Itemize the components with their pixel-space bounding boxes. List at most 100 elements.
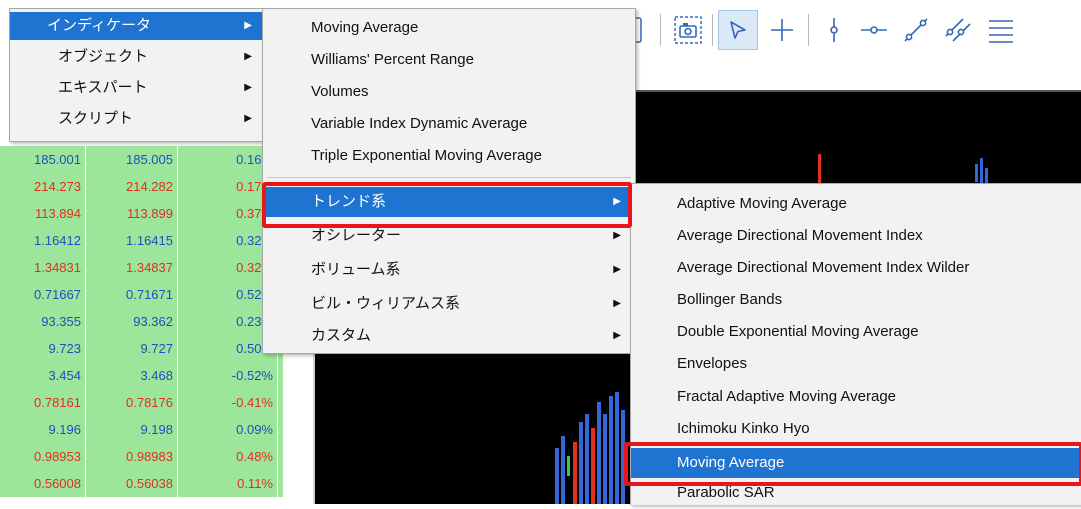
- fibonacci-icon[interactable]: [980, 10, 1020, 50]
- vertical-line-icon[interactable]: [814, 10, 854, 50]
- change-cell: 0.09%: [178, 416, 278, 443]
- channel-icon[interactable]: [938, 10, 978, 50]
- menu-item-trend[interactable]: トレンド系 ▶: [263, 187, 635, 217]
- table-row[interactable]: 0.56008 0.56038 0.11%: [0, 470, 283, 497]
- menu-item-label: Ichimoku Kinko Hyo: [677, 420, 810, 437]
- ask-cell: 185.005: [86, 146, 178, 173]
- table-row[interactable]: 113.894 113.899 0.37%: [0, 200, 283, 227]
- menu-item-label: トレンド系: [311, 193, 387, 210]
- table-row[interactable]: 185.001 185.005 0.16%: [0, 146, 283, 173]
- change-cell: -0.52%: [178, 362, 278, 389]
- menu-item-objects[interactable]: オブジェクト ▶: [10, 43, 264, 71]
- bid-cell: 0.78161: [4, 389, 86, 416]
- candle: [615, 392, 619, 504]
- table-row[interactable]: 1.16412 1.16415 0.32%: [0, 227, 283, 254]
- menu-item-label: Variable Index Dynamic Average: [311, 115, 528, 132]
- menu-item-label: Double Exponential Moving Average: [677, 323, 919, 340]
- indicator-item[interactable]: Fractal Adaptive Moving Average: [631, 381, 1081, 413]
- menu-item-label: Fractal Adaptive Moving Average: [677, 388, 897, 405]
- submenu-arrow-icon: ▶: [244, 20, 252, 31]
- ask-cell: 1.34837: [86, 254, 178, 281]
- menu-item-label: Adaptive Moving Average: [677, 195, 847, 212]
- indicators-submenu: Moving Average Williams' Percent Range V…: [262, 8, 636, 354]
- table-row[interactable]: 9.723 9.727 0.50%: [0, 335, 283, 362]
- menu-item-scripts[interactable]: スクリプト ▶: [10, 105, 264, 133]
- bid-cell: 1.16412: [4, 227, 86, 254]
- indicator-item[interactable]: Double Exponential Moving Average: [631, 316, 1081, 348]
- candle: [609, 396, 613, 504]
- indicator-item[interactable]: Bollinger Bands: [631, 284, 1081, 316]
- menu-item-label: Moving Average: [311, 19, 419, 36]
- menu-item-custom[interactable]: カスタム ▶: [263, 321, 635, 351]
- table-row[interactable]: 0.98953 0.98983 0.48%: [0, 443, 283, 470]
- table-row[interactable]: 0.71667 0.71671 0.52%: [0, 281, 283, 308]
- cursor-icon[interactable]: [718, 10, 758, 50]
- bid-cell: 214.273: [4, 173, 86, 200]
- indicator-item[interactable]: Average Directional Movement Index Wilde…: [631, 252, 1081, 284]
- indicator-item[interactable]: Ichimoku Kinko Hyo: [631, 413, 1081, 445]
- table-row[interactable]: 9.196 9.198 0.09%: [0, 416, 283, 443]
- menu-item-label: ビル・ウィリアムス系: [311, 295, 460, 312]
- bid-cell: 0.56008: [4, 470, 86, 497]
- menu-item-label: カスタム: [311, 327, 372, 344]
- table-row[interactable]: 0.78161 0.78176 -0.41%: [0, 389, 283, 416]
- menu-item-indicators[interactable]: インディケータ ▶: [10, 12, 264, 40]
- submenu-arrow-icon: ▶: [613, 330, 621, 341]
- menu-item-label: スクリプト: [58, 110, 134, 127]
- menu-item-label: Average Directional Movement Index Wilde…: [677, 259, 970, 276]
- ask-cell: 3.468: [86, 362, 178, 389]
- screenshot-icon[interactable]: [668, 10, 708, 50]
- recent-indicator-item[interactable]: Williams' Percent Range: [263, 45, 635, 75]
- ask-cell: 0.56038: [86, 470, 178, 497]
- change-cell: 0.48%: [178, 443, 278, 470]
- menu-item-label: Volumes: [311, 83, 369, 100]
- recent-indicator-item[interactable]: Volumes: [263, 77, 635, 107]
- change-cell: -0.41%: [178, 389, 278, 416]
- ask-cell: 9.727: [86, 335, 178, 362]
- table-row[interactable]: 93.355 93.362 0.23%: [0, 308, 283, 335]
- trend-submenu: Adaptive Moving Average Average Directio…: [630, 183, 1081, 505]
- menu-item-experts[interactable]: エキスパート ▶: [10, 74, 264, 102]
- bid-cell: 0.71667: [4, 281, 86, 308]
- submenu-arrow-icon: ▶: [244, 82, 252, 93]
- bid-cell: 93.355: [4, 308, 86, 335]
- table-row[interactable]: 214.273 214.282 0.17%: [0, 173, 283, 200]
- ask-cell: 9.198: [86, 416, 178, 443]
- candle: [603, 414, 607, 504]
- ask-cell: 93.362: [86, 308, 178, 335]
- recent-indicator-item[interactable]: Variable Index Dynamic Average: [263, 109, 635, 139]
- candle: [555, 448, 559, 504]
- table-row[interactable]: 1.34831 1.34837 0.32%: [0, 254, 283, 281]
- change-cell: 0.11%: [178, 470, 278, 497]
- menu-item-bill-williams[interactable]: ビル・ウィリアムス系 ▶: [263, 289, 635, 319]
- candle: [975, 164, 978, 182]
- menu-item-label: Bollinger Bands: [677, 291, 783, 308]
- indicator-item[interactable]: Adaptive Moving Average: [631, 188, 1081, 220]
- menu-item-label: Envelopes: [677, 355, 748, 372]
- table-row[interactable]: 3.454 3.468 -0.52%: [0, 362, 283, 389]
- submenu-arrow-icon: ▶: [613, 196, 621, 207]
- candle: [561, 436, 565, 504]
- menu-item-volumes[interactable]: ボリューム系 ▶: [263, 255, 635, 285]
- menu-item-label: Williams' Percent Range: [311, 51, 474, 68]
- candle: [573, 442, 577, 504]
- indicator-item-moving-average[interactable]: Moving Average: [631, 448, 1081, 478]
- menu-separator: [267, 177, 631, 178]
- recent-indicator-item[interactable]: Triple Exponential Moving Average: [263, 141, 635, 171]
- submenu-arrow-icon: ▶: [244, 113, 252, 124]
- indicator-item[interactable]: Envelopes: [631, 348, 1081, 380]
- candle: [585, 414, 589, 504]
- menu-item-label: Moving Average: [677, 454, 785, 471]
- menu-item-oscillators[interactable]: オシレーター ▶: [263, 221, 635, 251]
- bid-cell: 3.454: [4, 362, 86, 389]
- trendline-icon[interactable]: [896, 10, 936, 50]
- horizontal-line-icon[interactable]: [854, 10, 894, 50]
- indicator-item[interactable]: Average Directional Movement Index: [631, 220, 1081, 252]
- recent-indicator-item[interactable]: Moving Average: [263, 13, 635, 43]
- toolbar-separator: [712, 14, 713, 46]
- candle: [567, 456, 570, 476]
- candle: [597, 402, 601, 504]
- bid-cell: 113.894: [4, 200, 86, 227]
- submenu-arrow-icon: ▶: [613, 264, 621, 275]
- crosshair-icon[interactable]: [762, 10, 802, 50]
